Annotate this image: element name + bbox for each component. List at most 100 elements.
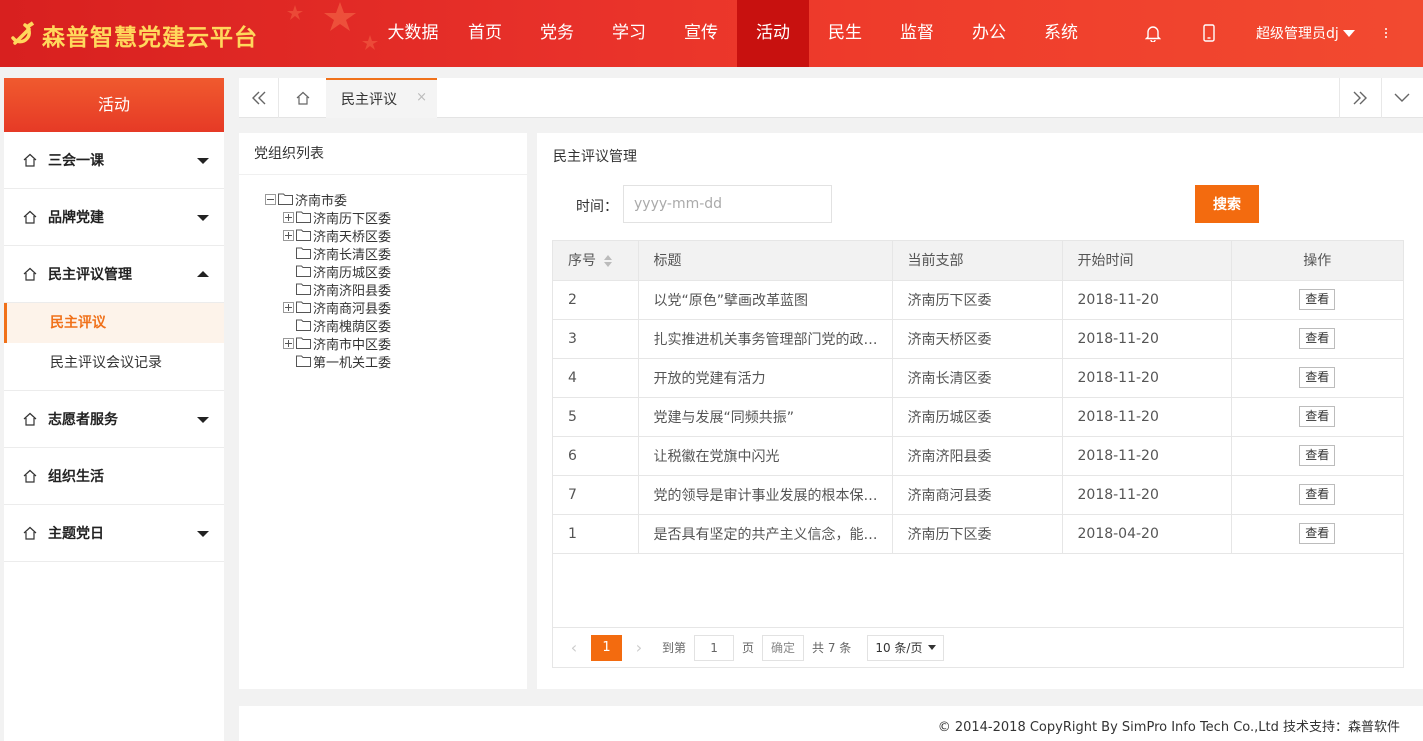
mobile-icon[interactable] (1197, 21, 1221, 45)
nav-home[interactable]: 首页 (449, 0, 521, 67)
prev-page-icon[interactable]: ‹ (559, 635, 589, 661)
expand-toggle-icon[interactable] (283, 337, 294, 349)
scroll-left-button[interactable] (239, 78, 279, 118)
sidebar-group-brand[interactable]: 品牌党建 (4, 189, 224, 246)
home-icon (23, 469, 37, 483)
home-icon (296, 91, 310, 105)
nav-publicity[interactable]: 宣传 (665, 0, 737, 67)
tree-node[interactable]: 济南商河县委 (265, 298, 391, 317)
cell-title: 让税徽在党旗中闪光 (638, 436, 893, 476)
copyright-text: © 2014-2018 CopyRight By SimPro Info Tec… (937, 720, 1400, 735)
view-button[interactable]: 查看 (1299, 484, 1336, 505)
view-button[interactable]: 查看 (1299, 406, 1336, 427)
tree-node[interactable]: 济南历城区委 (265, 262, 391, 281)
nav-activity[interactable]: 活动 (737, 0, 809, 67)
logo[interactable]: 森普智慧党建云平台 (8, 18, 258, 52)
view-button[interactable]: 查看 (1299, 289, 1336, 310)
footer: © 2014-2018 CopyRight By SimPro Info Tec… (239, 706, 1423, 741)
expand-toggle-icon[interactable] (283, 229, 294, 241)
close-icon[interactable]: × (416, 90, 427, 105)
sidebar-group-democratic-review[interactable]: 民主评议管理 (4, 246, 224, 303)
tree-node[interactable]: 济南天桥区委 (265, 226, 392, 245)
nav-study[interactable]: 学习 (593, 0, 665, 67)
folder-icon (296, 283, 311, 295)
search-button[interactable]: 搜索 (1195, 185, 1259, 223)
scroll-right-button[interactable] (1339, 78, 1379, 118)
tree-node-label: 第一机关工委 (313, 355, 392, 371)
expand-toggle-icon[interactable] (283, 301, 294, 313)
tree-node[interactable]: 第一机关工委 (265, 352, 392, 371)
double-chevron-right-icon (1353, 91, 1367, 105)
cell-branch: 济南历下区委 (892, 280, 1063, 320)
tree-node[interactable]: 济南济阳县委 (265, 280, 391, 299)
sidebar-group-theme-day[interactable]: 主题党日 (4, 505, 224, 562)
logo-text: 森普智慧党建云平台 (42, 25, 258, 51)
col-branch: 当前支部 (892, 241, 1063, 281)
tree-node[interactable]: 济南历下区委 (265, 208, 391, 227)
goto-confirm-button[interactable]: 确定 (762, 634, 805, 661)
view-button[interactable]: 查看 (1299, 523, 1336, 544)
sidebar-group-volunteer[interactable]: 志愿者服务 (4, 391, 224, 448)
col-start-time: 开始时间 (1062, 241, 1232, 281)
top-header: 森普智慧党建云平台 大数据 首页 党务 学习 宣传 活动 民生 监督 办公 系统… (0, 0, 1423, 67)
collapse-toggle-icon[interactable] (265, 193, 276, 205)
nav-party-affairs[interactable]: 党务 (521, 0, 593, 67)
cell-index: 2 (553, 280, 639, 320)
user-menu[interactable]: 超级管理员dj (1256, 23, 1355, 43)
cell-actions: 查看 (1231, 436, 1403, 476)
tab-bar: 民主评议 × (239, 78, 1423, 118)
date-input[interactable] (623, 185, 832, 223)
tab-menu-button[interactable] (1381, 78, 1421, 118)
sidebar-item-review-records[interactable]: 民主评议会议记录 (4, 343, 224, 383)
cell-index: 5 (553, 397, 639, 437)
cell-index: 1 (553, 514, 639, 554)
col-index[interactable]: 序号 (553, 241, 639, 281)
next-page-icon[interactable]: › (624, 635, 654, 661)
time-label: 时间： (576, 199, 618, 215)
sidebar-title: 活动 (4, 78, 224, 132)
folder-icon (296, 301, 311, 313)
sidebar: 活动 三会一课 品牌党建 民主评议管理 民主评议 民主评议会议记录 志愿者服务 … (4, 78, 224, 741)
tree-node-root[interactable]: 济南市委 (265, 190, 391, 209)
sidebar-item-democratic-review[interactable]: 民主评议 (4, 303, 224, 343)
nav-office[interactable]: 办公 (953, 0, 1025, 67)
current-page[interactable]: 1 (591, 634, 622, 661)
nav-system[interactable]: 系统 (1025, 0, 1097, 67)
cell-branch: 济南历城区委 (892, 397, 1063, 437)
view-button[interactable]: 查看 (1299, 367, 1336, 388)
tree-node[interactable]: 济南市中区委 (265, 334, 392, 353)
home-tab-button[interactable] (283, 78, 323, 118)
view-button[interactable]: 查看 (1299, 445, 1336, 466)
sidebar-group-org-life[interactable]: 组织生活 (4, 448, 224, 505)
view-button[interactable]: 查看 (1299, 328, 1336, 349)
cell-index: 3 (553, 319, 639, 359)
page-size-select[interactable]: 10 条/页 (867, 634, 945, 661)
sidebar-group-three-meetings[interactable]: 三会一课 (4, 132, 224, 189)
cell-branch: 济南天桥区委 (892, 319, 1063, 359)
tab-democratic-review[interactable]: 民主评议 × (326, 78, 437, 118)
tree-node[interactable]: 济南槐荫区委 (265, 316, 391, 335)
tree-node-label: 济南天桥区委 (313, 229, 392, 245)
page-label: 页 (742, 641, 755, 655)
panel-title: 党组织列表 (239, 133, 527, 175)
content-panel: 民主评议管理 时间： 搜索 序号 标题 当前支部 开始时间 操作 2 以党“原色… (537, 133, 1423, 689)
tree-node[interactable]: 济南长清区委 (265, 244, 392, 263)
nav-supervision[interactable]: 监督 (881, 0, 953, 67)
org-tree-panel: 党组织列表 济南市委 济南历下区委 济南天桥区委 济南长清区委 济南历城区委 济… (239, 133, 527, 689)
nav-livelihood[interactable]: 民生 (809, 0, 881, 67)
tree-node-label: 济南长清区委 (313, 247, 392, 263)
folder-icon (296, 247, 311, 259)
sort-icon[interactable] (604, 255, 612, 268)
expand-toggle-icon[interactable] (283, 211, 294, 223)
sidebar-group-label: 品牌党建 (48, 210, 104, 226)
col-actions: 操作 (1231, 241, 1403, 281)
goto-page-input[interactable] (694, 634, 735, 661)
cell-actions: 查看 (1231, 319, 1403, 359)
goto-label: 到第 (662, 641, 687, 655)
tree-node-label: 济南市中区委 (313, 337, 392, 353)
table-row: 6 让税徽在党旗中闪光 济南济阳县委 2018-11-20 查看 (553, 436, 1403, 476)
bell-icon[interactable] (1141, 21, 1165, 45)
cell-title: 党的领导是审计事业发展的根本保… (638, 475, 893, 515)
nav-bigdata[interactable]: 大数据 (377, 0, 449, 67)
more-icon[interactable] (1383, 23, 1389, 43)
